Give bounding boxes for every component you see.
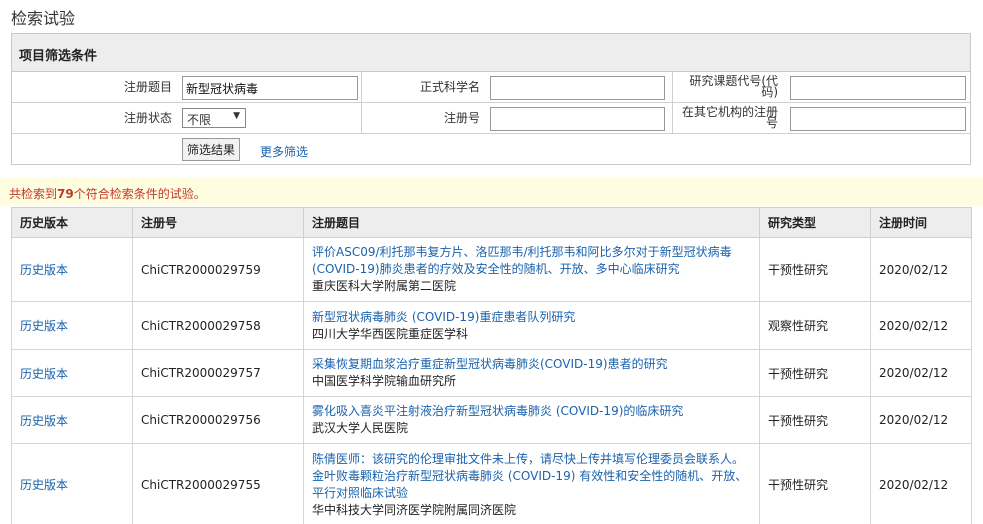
type-cell: 干预性研究 bbox=[759, 396, 871, 444]
other-reg-input[interactable] bbox=[790, 107, 966, 131]
filter-row-3: 筛选结果 更多筛选 bbox=[12, 134, 970, 164]
trial-title-link[interactable]: 新型冠状病毒肺炎 (COVID-19)重症患者队列研究 bbox=[312, 309, 751, 326]
filter-submit-button[interactable]: 筛选结果 bbox=[182, 138, 240, 161]
date-cell: 2020/02/12 bbox=[870, 396, 972, 444]
history-link[interactable]: 历史版本 bbox=[20, 367, 68, 381]
reg-no-cell: ChiCTR2000029755 bbox=[132, 443, 304, 524]
result-suffix: 个符合检索条件的试验。 bbox=[73, 187, 206, 201]
dropdown-arrow-icon: ▼ bbox=[233, 111, 240, 121]
type-cell: 干预性研究 bbox=[759, 349, 871, 397]
table-row: 历史版本 ChiCTR2000029758 新型冠状病毒肺炎 (COVID-19… bbox=[11, 301, 972, 350]
institution-text: 重庆医科大学附属第二医院 bbox=[312, 279, 457, 293]
result-count: 79 bbox=[57, 187, 74, 201]
more-filters-link[interactable]: 更多筛选 bbox=[260, 143, 308, 160]
table-row: 历史版本 ChiCTR2000029759 评价ASC09/利托那韦复方片、洛匹… bbox=[11, 237, 972, 302]
result-summary: 共检索到79个符合检索条件的试验。 bbox=[0, 178, 983, 206]
trial-title-link[interactable]: 金叶败毒颗粒治疗新型冠状病毒肺炎 (COVID-19) 有效性和安全性的随机、开… bbox=[312, 468, 751, 502]
reg-no-cell: ChiCTR2000029757 bbox=[132, 349, 304, 397]
table-header-row: 历史版本 注册号 注册题目 研究类型 注册时间 bbox=[11, 207, 972, 238]
filter-row-2: 注册状态 不限 ▼ 注册号 在其它机构的注册号 bbox=[12, 103, 970, 134]
reg-status-label: 注册状态 bbox=[123, 111, 172, 125]
date-cell: 2020/02/12 bbox=[870, 443, 972, 524]
filter-header: 项目筛选条件 bbox=[12, 34, 970, 72]
date-cell: 2020/02/12 bbox=[870, 349, 972, 397]
sci-name-label: 正式科学名 bbox=[419, 80, 480, 94]
title-cell: 新型冠状病毒肺炎 (COVID-19)重症患者队列研究 四川大学华西医院重症医学… bbox=[303, 301, 760, 350]
type-cell: 干预性研究 bbox=[759, 237, 871, 302]
sci-name-input[interactable] bbox=[490, 76, 665, 100]
history-link[interactable]: 历史版本 bbox=[20, 414, 68, 428]
history-link[interactable]: 历史版本 bbox=[20, 263, 68, 277]
project-code-input[interactable] bbox=[790, 76, 966, 100]
table-row: 历史版本 ChiCTR2000029757 采集恢复期血浆治疗重症新型冠状病毒肺… bbox=[11, 349, 972, 397]
type-cell: 观察性研究 bbox=[759, 301, 871, 350]
title-cell: 陈倩医师：该研究的伦理审批文件未上传，请尽快上传并填写伦理委员会联系人。 金叶败… bbox=[303, 443, 760, 524]
title-cell: 采集恢复期血浆治疗重症新型冠状病毒肺炎(COVID-19)患者的研究 中国医学科… bbox=[303, 349, 760, 397]
reg-no-cell: ChiCTR2000029756 bbox=[132, 396, 304, 444]
title-cell: 雾化吸入喜炎平注射液治疗新型冠状病毒肺炎 (COVID-19)的临床研究 武汉大… bbox=[303, 396, 760, 444]
filter-panel: 项目筛选条件 注册题目 正式科学名 研究课题代号(代码) 注册状态 不限 ▼ 注… bbox=[11, 33, 971, 165]
col-header-title: 注册题目 bbox=[303, 207, 760, 238]
col-header-history: 历史版本 bbox=[11, 207, 133, 238]
result-prefix: 共检索到 bbox=[9, 187, 58, 201]
institution-text: 中国医学科学院输血研究所 bbox=[312, 374, 457, 388]
reg-no-input[interactable] bbox=[490, 107, 665, 131]
date-cell: 2020/02/12 bbox=[870, 237, 972, 302]
trial-title-link[interactable]: 评价ASC09/利托那韦复方片、洛匹那韦/利托那韦和阿比多尔对于新型冠状病毒(C… bbox=[312, 244, 751, 278]
results-table: 历史版本 注册号 注册题目 研究类型 注册时间 历史版本 ChiCTR20000… bbox=[11, 207, 972, 524]
reg-no-label: 注册号 bbox=[443, 111, 480, 125]
history-link[interactable]: 历史版本 bbox=[20, 478, 68, 492]
filter-row-1: 注册题目 正式科学名 研究课题代号(代码) bbox=[12, 72, 970, 103]
title-cell: 评价ASC09/利托那韦复方片、洛匹那韦/利托那韦和阿比多尔对于新型冠状病毒(C… bbox=[303, 237, 760, 302]
reg-no-cell: ChiCTR2000029759 bbox=[132, 237, 304, 302]
history-link[interactable]: 历史版本 bbox=[20, 319, 68, 333]
col-header-type: 研究类型 bbox=[759, 207, 871, 238]
project-code-label: 研究课题代号(代码) bbox=[689, 74, 778, 99]
reg-no-cell: ChiCTR2000029758 bbox=[132, 301, 304, 350]
institution-text: 武汉大学人民医院 bbox=[312, 421, 409, 435]
trial-title-link[interactable]: 雾化吸入喜炎平注射液治疗新型冠状病毒肺炎 (COVID-19)的临床研究 bbox=[312, 403, 751, 420]
institution-text: 四川大学华西医院重症医学科 bbox=[312, 326, 469, 341]
type-cell: 干预性研究 bbox=[759, 443, 871, 524]
table-row: 历史版本 ChiCTR2000029756 雾化吸入喜炎平注射液治疗新型冠状病毒… bbox=[11, 396, 972, 444]
reg-status-select[interactable]: 不限 ▼ bbox=[182, 108, 246, 128]
ethics-note-text: 陈倩医师：该研究的伦理审批文件未上传，请尽快上传并填写伦理委员会联系人。 bbox=[312, 451, 745, 466]
table-row: 历史版本 ChiCTR2000029755 陈倩医师：该研究的伦理审批文件未上传… bbox=[11, 443, 972, 524]
other-reg-label: 在其它机构的注册号 bbox=[681, 105, 778, 130]
reg-title-input[interactable] bbox=[182, 76, 358, 100]
date-cell: 2020/02/12 bbox=[870, 301, 972, 350]
col-header-date: 注册时间 bbox=[870, 207, 972, 238]
reg-title-label: 注册题目 bbox=[123, 80, 172, 94]
reg-status-value: 不限 bbox=[187, 113, 212, 127]
page-title: 检索试验 bbox=[11, 9, 76, 28]
col-header-reg-no: 注册号 bbox=[132, 207, 304, 238]
institution-text: 华中科技大学同济医学院附属同济医院 bbox=[312, 502, 517, 517]
trial-title-link[interactable]: 采集恢复期血浆治疗重症新型冠状病毒肺炎(COVID-19)患者的研究 bbox=[312, 356, 751, 373]
